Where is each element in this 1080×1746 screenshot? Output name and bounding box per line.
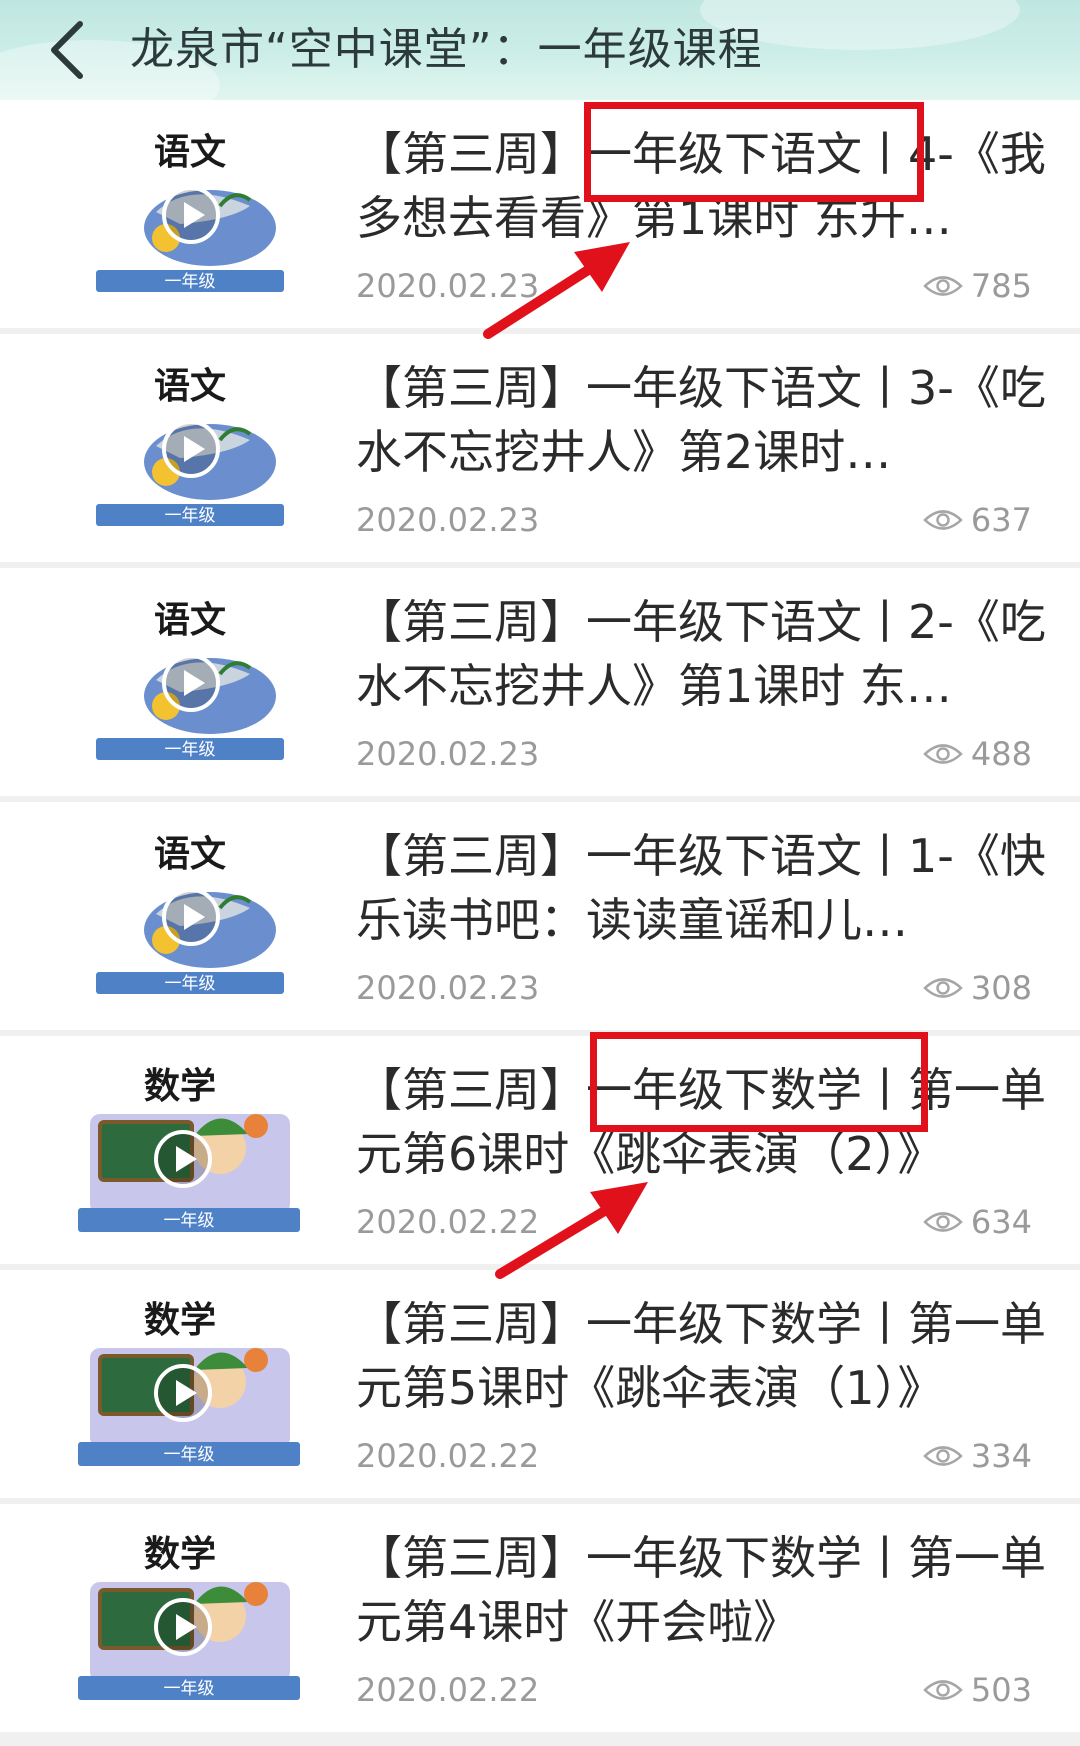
grade-label: 一年级 — [164, 1211, 215, 1231]
course-thumbnail[interactable]: 语文 一年级 — [60, 354, 320, 542]
publish-date: 2020.02.22 — [356, 1671, 540, 1709]
publish-date: 2020.02.22 — [356, 1437, 540, 1475]
list-item[interactable]: 数学 一年级 【第三周】一年级下数学丨第一单元第5课时《跳伞表演（1）》 202… — [0, 1270, 1080, 1498]
view-count-value: 503 — [970, 1671, 1032, 1709]
grade-label: 一年级 — [164, 1679, 215, 1699]
play-icon[interactable] — [160, 652, 222, 714]
eye-icon — [923, 744, 963, 764]
view-count: 308 — [923, 966, 1032, 1010]
course-title[interactable]: 【第三周】一年级下语文丨4-《我多想去看看》第1课时 东升… — [356, 122, 1056, 254]
eye-icon — [923, 1446, 963, 1466]
subject-label: 数学 — [144, 1533, 216, 1575]
course-thumbnail[interactable]: 数学 一年级 — [60, 1290, 320, 1478]
publish-date: 2020.02.22 — [356, 1203, 540, 1241]
chevron-left-icon[interactable] — [40, 16, 96, 84]
view-count: 503 — [923, 1668, 1032, 1712]
subject-label: 语文 — [154, 599, 226, 641]
grade-label: 一年级 — [165, 272, 216, 292]
course-title[interactable]: 【第三周】一年级下语文丨3-《吃水不忘挖井人》第2课时… — [356, 356, 1056, 488]
view-count: 334 — [923, 1434, 1032, 1478]
view-count-value: 637 — [970, 501, 1032, 539]
course-list: 语文 一年级 【第三周】一年级下语文丨4-《我多想去看看》第1课时 东升… 20… — [0, 100, 1080, 1746]
play-icon[interactable] — [152, 1128, 214, 1190]
play-icon[interactable] — [160, 184, 222, 246]
play-icon[interactable] — [160, 886, 222, 948]
play-icon[interactable] — [152, 1596, 214, 1658]
grade-label: 一年级 — [165, 740, 216, 760]
eye-icon — [923, 510, 963, 530]
view-count: 634 — [923, 1200, 1032, 1244]
course-thumbnail[interactable]: 数学 一年级 — [60, 1056, 320, 1244]
subject-label: 语文 — [154, 131, 226, 173]
play-icon[interactable] — [152, 1362, 214, 1424]
subject-label: 数学 — [144, 1065, 216, 1107]
publish-date: 2020.02.23 — [356, 969, 540, 1007]
publish-date: 2020.02.23 — [356, 501, 540, 539]
header-bar: 龙泉市“空中课堂”：一年级课程 — [0, 0, 1080, 100]
play-icon[interactable] — [160, 418, 222, 480]
course-title[interactable]: 【第三周】一年级下数学丨第一单元第5课时《跳伞表演（1）》 — [356, 1292, 1056, 1424]
course-thumbnail[interactable]: 语文 一年级 — [60, 588, 320, 776]
course-thumbnail[interactable]: 语文 一年级 — [60, 120, 320, 308]
view-count-value: 488 — [970, 735, 1032, 773]
subject-label: 语文 — [154, 365, 226, 407]
view-count: 488 — [923, 732, 1032, 776]
list-item[interactable]: 语文 一年级 【第三周】一年级下语文丨2-《吃水不忘挖井人》第1课时 东… 20… — [0, 568, 1080, 796]
publish-date: 2020.02.23 — [356, 267, 540, 305]
list-item[interactable]: 语文 一年级 【第三周】一年级下语文丨3-《吃水不忘挖井人》第2课时… 2020… — [0, 334, 1080, 562]
course-title[interactable]: 【第三周】一年级下语文丨2-《吃水不忘挖井人》第1课时 东… — [356, 590, 1056, 722]
list-item[interactable]: 数学 一年级 【第三周】一年级下数学丨第一单元第6课时《跳伞表演（2）》 202… — [0, 1036, 1080, 1264]
view-count-value: 785 — [970, 267, 1032, 305]
view-count-value: 334 — [970, 1437, 1032, 1475]
list-item[interactable]: 语文 一年级 【第三周】一年级下语文丨4-《我多想去看看》第1课时 东升… 20… — [0, 100, 1080, 328]
eye-icon — [923, 978, 963, 998]
eye-icon — [923, 276, 963, 296]
view-count-value: 308 — [970, 969, 1032, 1007]
list-item[interactable]: 语文 一年级 【第三周】一年级下语文丨1-《快乐读书吧：读读童谣和儿… 2020… — [0, 802, 1080, 1030]
view-count: 785 — [923, 264, 1032, 308]
view-count: 637 — [923, 498, 1032, 542]
course-title[interactable]: 【第三周】一年级下语文丨1-《快乐读书吧：读读童谣和儿… — [356, 824, 1056, 956]
view-count-value: 634 — [970, 1203, 1032, 1241]
grade-label: 一年级 — [165, 506, 216, 526]
eye-icon — [923, 1212, 963, 1232]
grade-label: 一年级 — [165, 974, 216, 994]
course-title[interactable]: 【第三周】一年级下数学丨第一单元第4课时《开会啦》 — [356, 1526, 1056, 1658]
course-title[interactable]: 【第三周】一年级下数学丨第一单元第6课时《跳伞表演（2）》 — [356, 1058, 1056, 1190]
subject-label: 语文 — [154, 833, 226, 875]
grade-label: 一年级 — [164, 1445, 215, 1465]
course-thumbnail[interactable]: 数学 一年级 — [60, 1524, 320, 1712]
publish-date: 2020.02.23 — [356, 735, 540, 773]
page-title: 龙泉市“空中课堂”：一年级课程 — [130, 24, 763, 75]
course-thumbnail[interactable]: 语文 一年级 — [60, 822, 320, 1010]
list-item[interactable]: 数学 一年级 【第三周】一年级下数学丨第一单元第4课时《开会啦》 2020.02… — [0, 1504, 1080, 1732]
subject-label: 数学 — [144, 1299, 216, 1341]
eye-icon — [923, 1680, 963, 1700]
